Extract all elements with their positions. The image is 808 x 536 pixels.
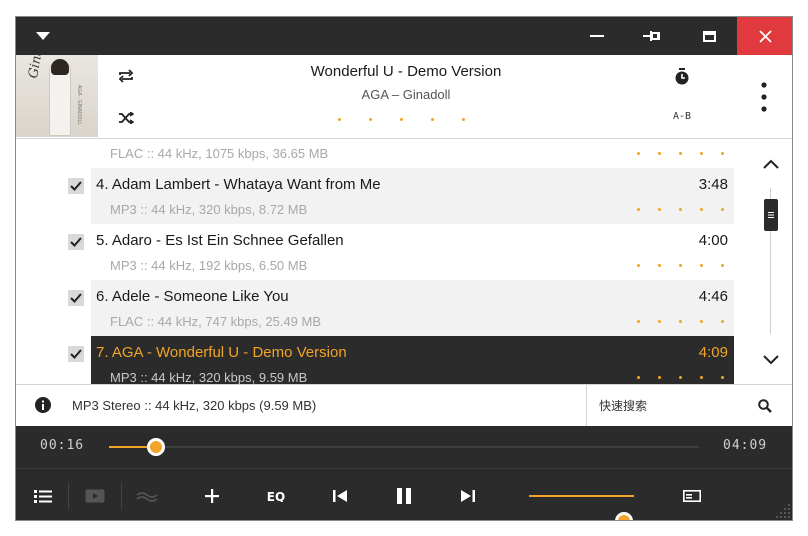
track-checkbox[interactable] <box>68 346 84 362</box>
minimize-icon[interactable] <box>579 17 615 55</box>
track-title: 5. Adaro - Es Ist Ein Schnee Gefallen <box>96 232 344 249</box>
track-duration: 3:48 <box>698 176 728 193</box>
elapsed-time: 00:16 <box>40 438 85 453</box>
cover-figure-hair <box>51 59 69 75</box>
cover-caption: AGA · GINADOLL <box>76 85 82 126</box>
volume-slider[interactable] <box>529 495 634 520</box>
volume-handle[interactable] <box>614 512 633 520</box>
album-cover[interactable]: Ginadoll AGA · GINADOLL <box>16 55 98 137</box>
check-icon <box>70 293 82 303</box>
previous-icon[interactable] <box>325 469 355 520</box>
scroll-thumb[interactable] <box>764 199 778 232</box>
track-title: 6. Adele - Someone Like You <box>96 288 289 305</box>
check-icon <box>70 349 82 359</box>
check-icon <box>70 181 82 191</box>
song-artist: AGA – Ginadoll <box>361 87 451 102</box>
track-duration: 4:46 <box>698 288 728 305</box>
track-row[interactable]: 4. Adam Lambert - Whataya Want from Me 3… <box>16 168 749 224</box>
seek-bar: 00:16 04:09 <box>16 426 792 468</box>
visualizer-icon[interactable] <box>132 469 162 520</box>
track-meta: FLAC :: 44 kHz, 747 kbps, 25.49 MB <box>110 314 321 329</box>
track-meta: MP3 :: 44 kHz, 192 kbps, 6.50 MB <box>110 258 308 273</box>
playlist: FLAC :: 44 kHz, 1075 kbps, 36.65 MB 4. A… <box>16 140 749 384</box>
now-playing-header: Ginadoll AGA · GINADOLL Wonderful U - De… <box>16 55 792 139</box>
file-info-text: MP3 Stereo :: 44 kHz, 320 kbps (9.59 MB) <box>72 398 317 413</box>
track-rating[interactable] <box>637 320 724 323</box>
track-checkbox[interactable] <box>68 290 84 306</box>
track-row-body: 7. AGA - Wonderful U - Demo Version 4:09… <box>91 336 734 384</box>
track-row[interactable]: FLAC :: 44 kHz, 1075 kbps, 36.65 MB <box>16 140 749 168</box>
more-vertical-icon[interactable] <box>754 79 774 115</box>
rating-dots[interactable] <box>338 118 465 121</box>
track-row-body: 6. Adele - Someone Like You 4:46 FLAC ::… <box>91 280 734 336</box>
track-row-body: FLAC :: 44 kHz, 1075 kbps, 36.65 MB <box>91 140 734 168</box>
track-title: 7. AGA - Wonderful U - Demo Version <box>96 344 347 361</box>
song-title: Wonderful U - Demo Version <box>310 63 502 80</box>
playlist-icon[interactable] <box>28 469 58 520</box>
toolbar-divider <box>68 483 69 509</box>
toolbar-divider <box>121 483 122 509</box>
ab-repeat-button[interactable]: A-B <box>673 111 691 122</box>
add-icon[interactable] <box>197 469 227 520</box>
miniplayer-icon[interactable] <box>677 469 707 520</box>
video-icon[interactable] <box>80 469 110 520</box>
seek-handle[interactable] <box>147 438 166 456</box>
close-icon[interactable] <box>737 17 792 55</box>
shuffle-icon[interactable] <box>114 107 138 129</box>
info-icon[interactable] <box>34 396 52 414</box>
eq-label-svg: EQ <box>267 490 285 502</box>
maximize-icon[interactable] <box>691 17 727 55</box>
track-meta: MP3 :: 44 kHz, 320 kbps, 8.72 MB <box>110 202 308 217</box>
track-rating[interactable] <box>637 264 724 267</box>
scroll-up-icon[interactable] <box>759 152 783 176</box>
track-meta: MP3 :: 44 kHz, 320 kbps, 9.59 MB <box>110 370 308 384</box>
cover-script: Ginadoll <box>26 55 50 80</box>
track-row[interactable]: 5. Adaro - Es Ist Ein Schnee Gefallen 4:… <box>16 224 749 280</box>
equalizer-icon[interactable]: EQ <box>259 469 293 520</box>
track-row-body: 4. Adam Lambert - Whataya Want from Me 3… <box>91 168 734 224</box>
track-row-playing[interactable]: 7. AGA - Wonderful U - Demo Version 4:09… <box>16 336 749 384</box>
search-input[interactable] <box>599 397 749 415</box>
file-info-bar: MP3 Stereo :: 44 kHz, 320 kbps (9.59 MB) <box>16 384 792 426</box>
seek-track[interactable] <box>109 438 699 456</box>
title-bar <box>16 17 792 55</box>
track-rating[interactable] <box>637 376 724 379</box>
search-icon[interactable] <box>755 396 775 416</box>
resize-grip-icon[interactable] <box>772 500 792 520</box>
next-icon[interactable] <box>453 469 483 520</box>
total-time: 04:09 <box>723 438 768 453</box>
track-checkbox[interactable] <box>68 178 84 194</box>
track-row[interactable]: 6. Adele - Someone Like You 4:46 FLAC ::… <box>16 280 749 336</box>
track-rating[interactable] <box>637 152 724 155</box>
track-title: 4. Adam Lambert - Whataya Want from Me <box>96 176 381 193</box>
pause-icon[interactable] <box>389 469 419 520</box>
track-row-body: 5. Adaro - Es Ist Ein Schnee Gefallen 4:… <box>91 224 734 280</box>
player-window: Ginadoll AGA · GINADOLL Wonderful U - De… <box>15 16 793 521</box>
scroll-down-icon[interactable] <box>759 348 783 372</box>
track-duration: 4:09 <box>698 344 728 361</box>
chevron-down-icon[interactable] <box>26 17 60 55</box>
repeat-icon[interactable] <box>114 65 138 87</box>
track-checkbox[interactable] <box>68 234 84 250</box>
eq-label: EQ <box>267 490 285 502</box>
track-duration: 4:00 <box>698 232 728 249</box>
control-toolbar: EQ <box>16 468 792 520</box>
playlist-scrollbar[interactable] <box>749 140 792 384</box>
grip-icon <box>768 212 774 219</box>
track-rating[interactable] <box>637 208 724 211</box>
pin-icon[interactable] <box>634 17 670 55</box>
timer-icon[interactable] <box>671 65 693 87</box>
check-icon <box>70 237 82 247</box>
track-meta: FLAC :: 44 kHz, 1075 kbps, 36.65 MB <box>110 146 329 161</box>
quick-search <box>586 385 792 426</box>
